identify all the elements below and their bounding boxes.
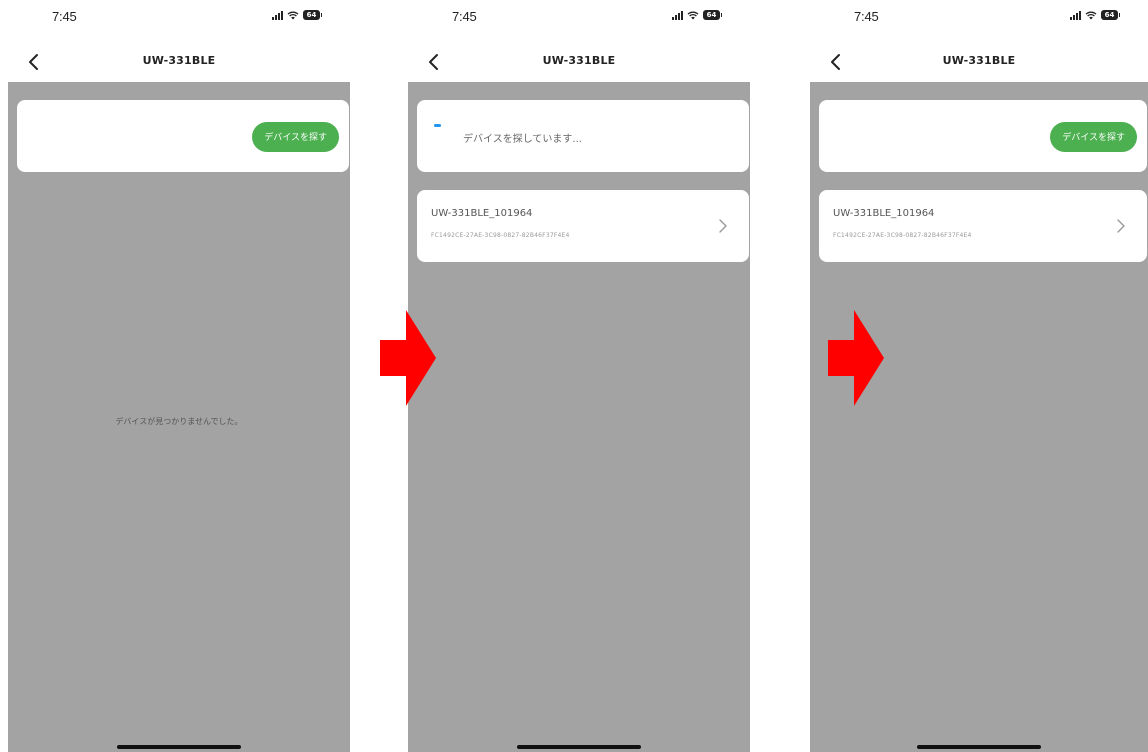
battery-icon: 64 (1101, 10, 1120, 20)
status-bar: 7:45 64 (8, 0, 350, 40)
home-indicator (117, 745, 241, 749)
empty-message: デバイスが見つかりませんでした。 (115, 417, 243, 426)
status-bar: 7:45 64 (810, 0, 1148, 40)
system-icons: 64 (272, 10, 322, 20)
nav-bar: UW-331BLE (810, 44, 1148, 82)
nav-bar: UW-331BLE (408, 44, 750, 82)
device-uuid: FC1492CE-27AE-3C98-0827-82B46F37F4E4 (833, 232, 972, 239)
battery-icon: 64 (703, 10, 722, 20)
nav-bar: UW-331BLE (8, 44, 350, 82)
device-name: UW-331BLE_101964 (431, 208, 533, 219)
status-time: 7:45 (52, 9, 77, 24)
chevron-right-icon (719, 219, 727, 233)
page-title: UW-331BLE (542, 54, 616, 67)
status-time: 7:45 (854, 9, 879, 24)
battery-icon: 64 (303, 10, 322, 20)
device-list-item[interactable]: UW-331BLE_101964 FC1492CE-27AE-3C98-0827… (819, 190, 1147, 262)
wifi-icon (687, 11, 699, 20)
search-card: デバイスを探す (819, 100, 1147, 172)
loading-spinner-icon (434, 124, 441, 127)
wifi-icon (287, 11, 299, 20)
page-title: UW-331BLE (142, 54, 216, 67)
signal-icon (272, 10, 283, 20)
device-list-item[interactable]: UW-331BLE_101964 FC1492CE-27AE-3C98-0827… (417, 190, 749, 262)
status-bar: 7:45 64 (408, 0, 750, 40)
home-indicator (917, 745, 1041, 749)
signal-icon (1070, 10, 1081, 20)
right-arrow-icon (380, 310, 436, 406)
scan-device-button[interactable]: デバイスを探す (252, 122, 339, 152)
wifi-icon (1085, 11, 1097, 20)
battery-level: 64 (1104, 11, 1115, 19)
content-area: デバイスを探す UW-331BLE_101964 FC1492CE-27AE-3… (810, 82, 1148, 752)
search-card: デバイスを探す (17, 100, 349, 172)
page-title: UW-331BLE (942, 54, 1016, 67)
screen-searching: 7:45 64 UW-331BLE デバイスを探しています... UW-331B… (408, 0, 750, 752)
search-card: デバイスを探しています... (417, 100, 749, 172)
right-arrow-icon (828, 310, 884, 406)
system-icons: 64 (672, 10, 722, 20)
chevron-right-icon (1117, 219, 1125, 233)
screen-no-device: 7:45 64 UW-331BLE デバイスを探す デバイスが見つかりませんでし… (8, 0, 350, 752)
system-icons: 64 (1070, 10, 1120, 20)
home-indicator (517, 745, 641, 749)
signal-icon (672, 10, 683, 20)
scan-device-button[interactable]: デバイスを探す (1050, 122, 1137, 152)
battery-level: 64 (706, 11, 717, 19)
battery-level: 64 (306, 11, 317, 19)
device-uuid: FC1492CE-27AE-3C98-0827-82B46F37F4E4 (431, 232, 570, 239)
content-area: デバイスを探しています... UW-331BLE_101964 FC1492CE… (408, 82, 750, 752)
content-area: デバイスを探す デバイスが見つかりませんでした。 (8, 82, 350, 752)
searching-status: デバイスを探しています... (463, 134, 582, 145)
status-time: 7:45 (452, 9, 477, 24)
device-name: UW-331BLE_101964 (833, 208, 935, 219)
